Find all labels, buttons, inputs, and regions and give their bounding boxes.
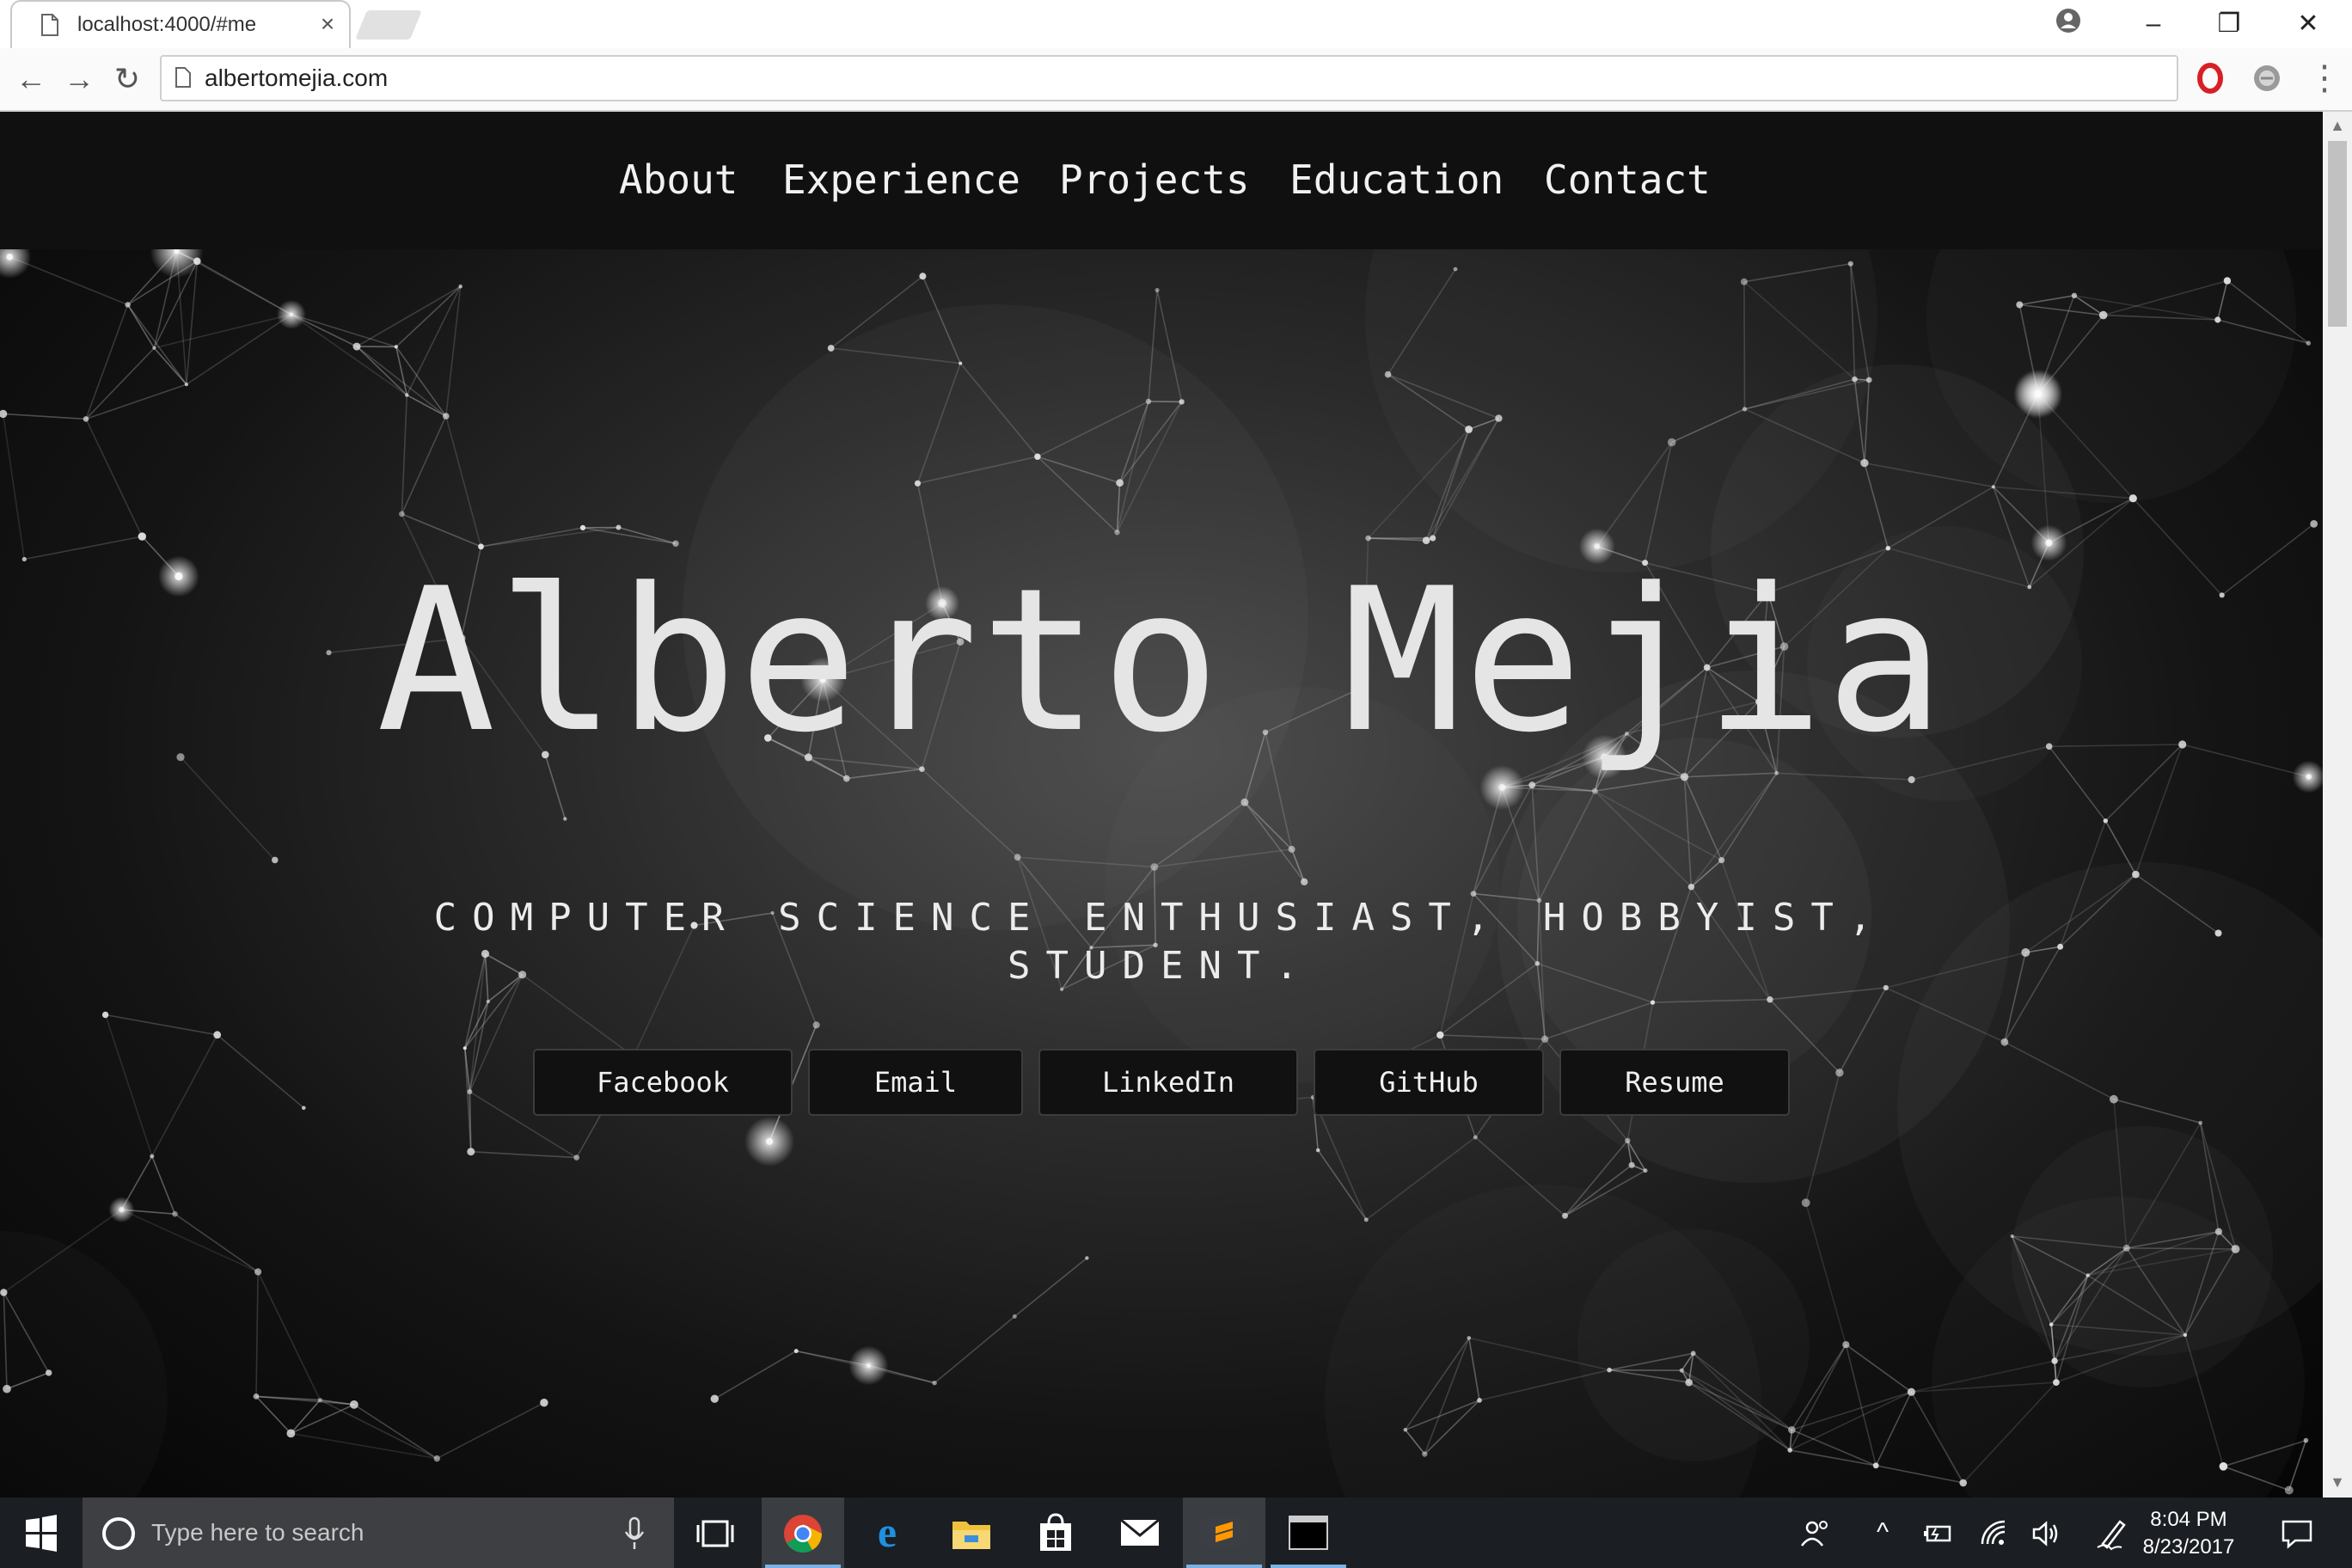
cortana-icon <box>102 1517 135 1550</box>
taskbar-terminal[interactable] <box>1267 1498 1350 1568</box>
active-app-indicator <box>765 1565 841 1568</box>
chrome-icon <box>784 1515 822 1553</box>
people-icon[interactable] <box>1798 1516 1833 1551</box>
hero-tagline-line2: STUDENT. <box>1008 944 1314 988</box>
github-button[interactable]: GitHub <box>1314 1049 1544 1116</box>
battery-icon[interactable] <box>1922 1522 1953 1546</box>
hero-name: Alberto Mejia <box>376 547 1947 776</box>
sublime-text-icon <box>1207 1515 1241 1549</box>
taskbar-store[interactable] <box>1014 1498 1097 1568</box>
action-center-icon[interactable] <box>2280 1516 2314 1551</box>
active-app-indicator <box>1271 1565 1346 1568</box>
web-page: About Experience Projects Education Cont… <box>0 112 2323 1498</box>
close-window-button[interactable]: ✕ <box>2278 3 2338 45</box>
back-button[interactable]: ← <box>12 60 50 98</box>
clock-date: 8/23/2017 <box>2142 1535 2235 1559</box>
restore-button[interactable]: ❐ <box>2199 3 2259 45</box>
minimize-button[interactable]: – <box>2123 3 2184 45</box>
taskbar-chrome[interactable] <box>762 1498 844 1568</box>
hero-tagline: COMPUTER SCIENCE ENTHUSIAST, HOBBYIST, S… <box>430 894 1891 990</box>
new-tab-button[interactable] <box>355 10 422 40</box>
site-nav: About Experience Projects Education Cont… <box>0 112 2323 249</box>
opera-extension-icon[interactable] <box>2194 62 2226 95</box>
nav-education[interactable]: Education <box>1289 150 1504 210</box>
menu-kebab-icon[interactable]: ⋮ <box>2307 58 2342 101</box>
microphone-icon[interactable] <box>622 1516 646 1551</box>
address-bar[interactable]: albertomejia.com <box>160 55 2178 101</box>
show-hidden-icons-icon[interactable]: ^ <box>1867 1516 1898 1549</box>
nav-experience[interactable]: Experience <box>782 150 1020 210</box>
wifi-icon[interactable] <box>1979 1518 2010 1549</box>
linkedin-button[interactable]: LinkedIn <box>1038 1049 1298 1116</box>
reload-button[interactable]: ↻ <box>108 60 146 98</box>
vpn-extension-icon[interactable] <box>2251 62 2283 95</box>
hero-tagline-line1: COMPUTER SCIENCE ENTHUSIAST, HOBBYIST, <box>433 896 1888 940</box>
task-view-button[interactable] <box>674 1498 756 1568</box>
tab-close-icon[interactable]: × <box>315 9 340 40</box>
taskbar-sublime-text[interactable] <box>1183 1498 1265 1568</box>
scroll-down-arrow-icon[interactable]: ▼ <box>2323 1473 2352 1491</box>
active-app-indicator <box>1186 1565 1262 1568</box>
search-placeholder: Type here to search <box>151 1519 364 1546</box>
scroll-thumb[interactable] <box>2328 141 2347 327</box>
browser-toolbar: ← → ↻ albertomejia.com ⋮ <box>0 48 2352 112</box>
page-scrollbar[interactable]: ▲ ▼ <box>2323 112 2352 1498</box>
edge-icon: e <box>877 1508 897 1556</box>
page-info-icon[interactable] <box>175 67 191 88</box>
taskbar-file-explorer[interactable] <box>930 1498 1013 1568</box>
windows-ink-pen-icon[interactable] <box>2096 1516 2128 1551</box>
particle-network-background <box>0 249 2323 1498</box>
taskbar-edge[interactable]: e <box>846 1498 928 1568</box>
taskbar-mail[interactable] <box>1099 1498 1181 1568</box>
browser-tab[interactable]: localhost:4000/#me × <box>10 0 351 50</box>
nav-contact[interactable]: Contact <box>1544 150 1711 210</box>
nav-projects[interactable]: Projects <box>1059 150 1250 210</box>
resume-button[interactable]: Resume <box>1559 1049 1790 1116</box>
url-text[interactable]: albertomejia.com <box>205 62 388 95</box>
task-view-icon <box>696 1520 734 1547</box>
email-button[interactable]: Email <box>808 1049 1023 1116</box>
volume-icon[interactable] <box>2030 1518 2061 1549</box>
windows-start-icon[interactable] <box>0 1498 83 1568</box>
terminal-icon <box>1289 1516 1328 1550</box>
mail-icon <box>1120 1518 1160 1546</box>
windows-taskbar: Type here to search e ^ 8:04 PM 8/23/201… <box>0 1498 2352 1568</box>
clock-time: 8:04 PM <box>2150 1508 2227 1531</box>
scroll-up-arrow-icon[interactable]: ▲ <box>2323 117 2352 134</box>
hero-section: Alberto Mejia COMPUTER SCIENCE ENTHUSIAS… <box>0 249 2323 1498</box>
profile-icon[interactable] <box>2055 7 2082 34</box>
forward-button[interactable]: → <box>60 60 98 98</box>
page-icon <box>41 14 58 36</box>
nav-about[interactable]: About <box>619 150 738 210</box>
system-clock[interactable]: 8:04 PM 8/23/2017 <box>2137 1506 2240 1561</box>
store-icon <box>1040 1513 1071 1551</box>
taskbar-search-box[interactable]: Type here to search <box>83 1498 674 1568</box>
file-explorer-icon <box>952 1522 990 1549</box>
facebook-button[interactable]: Facebook <box>533 1049 793 1116</box>
tab-title: localhost:4000/#me <box>77 13 257 36</box>
browser-tab-strip: localhost:4000/#me × – ❐ ✕ <box>0 0 2352 50</box>
